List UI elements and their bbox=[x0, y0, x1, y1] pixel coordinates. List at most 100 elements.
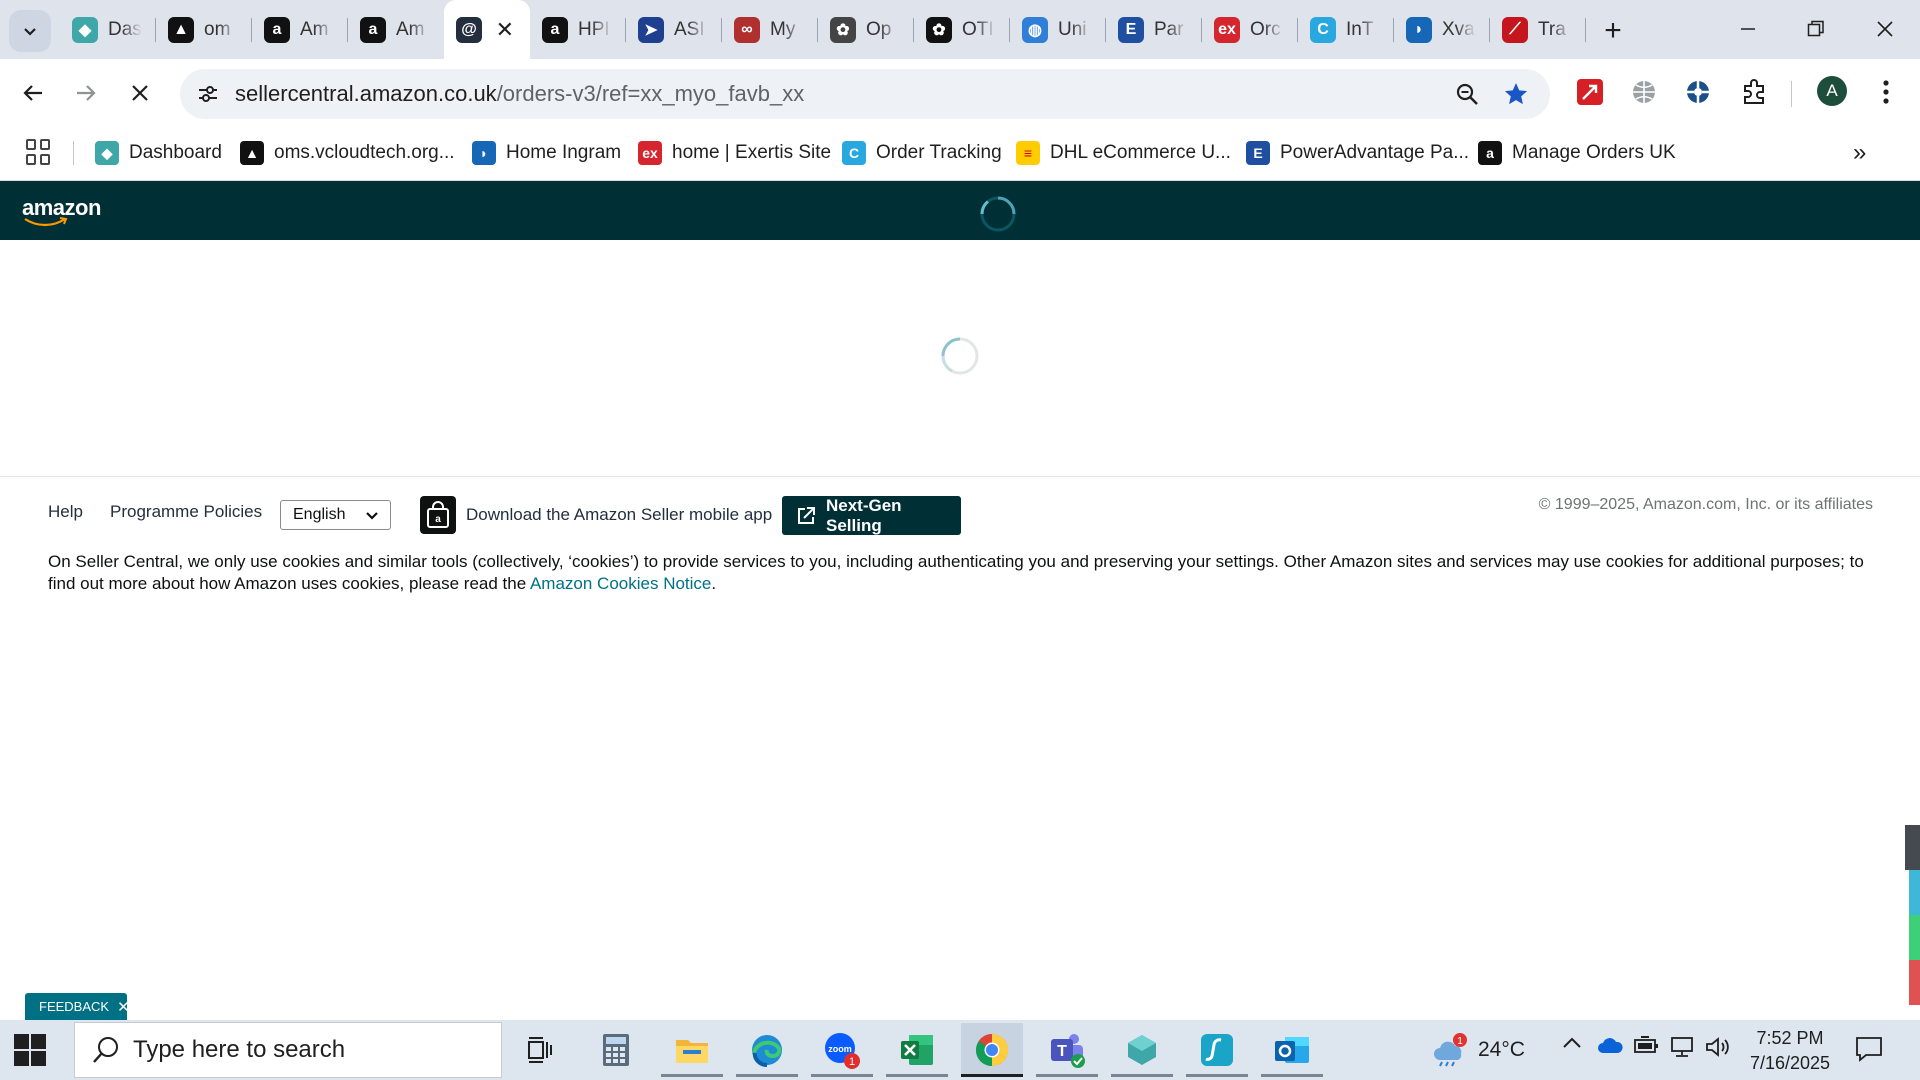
back-button[interactable] bbox=[13, 73, 53, 113]
menu-kebab-icon[interactable] bbox=[1868, 74, 1904, 110]
tab-title: InT bbox=[1346, 18, 1374, 40]
close-icon[interactable]: ✕ bbox=[117, 998, 130, 1016]
page-loading-spinner-icon bbox=[941, 337, 979, 375]
bookmark-label: PowerAdvantage Pa... bbox=[1280, 142, 1470, 163]
close-window-button[interactable] bbox=[1855, 8, 1915, 50]
browser-tab[interactable]: a HPI bbox=[530, 0, 626, 59]
browser-tab[interactable]: ✿ Op bbox=[818, 0, 914, 59]
seller-app-download-link[interactable]: a Download the Amazon Seller mobile app bbox=[420, 496, 772, 534]
globe-extension-icon[interactable] bbox=[1626, 74, 1662, 110]
bookmark-item[interactable]: a Manage Orders UK bbox=[1478, 138, 1676, 168]
side-scroll-indicator bbox=[1905, 825, 1920, 1005]
bookmark-star-icon[interactable] bbox=[1501, 79, 1531, 109]
address-bar[interactable]: sellercentral.amazon.co.uk/orders-v3/ref… bbox=[180, 69, 1550, 119]
battery-icon[interactable] bbox=[1634, 1036, 1660, 1054]
profile-avatar[interactable]: A bbox=[1817, 76, 1847, 106]
browser-tab[interactable]: ◆ Das bbox=[60, 0, 156, 59]
search-icon bbox=[93, 1037, 118, 1063]
volume-icon[interactable] bbox=[1705, 1036, 1731, 1058]
edge-browser-icon[interactable] bbox=[736, 1023, 798, 1077]
excel-app-icon[interactable] bbox=[886, 1023, 948, 1077]
bookmark-item[interactable]: ▲ oms.vcloudtech.org... bbox=[240, 138, 455, 168]
zoom-icon[interactable] bbox=[1452, 79, 1482, 109]
minimize-button[interactable] bbox=[1718, 8, 1778, 50]
task-view-icon[interactable] bbox=[509, 1023, 571, 1077]
browser-tab[interactable]: ⟋ Tra bbox=[1490, 0, 1586, 59]
forward-button[interactable] bbox=[66, 73, 106, 113]
chrome-app-icon[interactable] bbox=[961, 1023, 1023, 1077]
outlook-app-icon[interactable] bbox=[1261, 1023, 1323, 1077]
browser-tab[interactable]: ◍ Uni bbox=[1010, 0, 1106, 59]
cookie-text-end: . bbox=[711, 574, 717, 593]
connector-app-icon[interactable] bbox=[1111, 1023, 1173, 1077]
amazon-logo[interactable]: amazon bbox=[22, 195, 101, 227]
browser-tab[interactable]: ➤ ASI bbox=[626, 0, 722, 59]
url-text: sellercentral.amazon.co.uk/orders-v3/ref… bbox=[235, 81, 805, 106]
windows-taskbar: Type here to search zoom 1 T 1 24°C 7:52… bbox=[0, 1020, 1920, 1080]
network-icon[interactable] bbox=[1669, 1036, 1695, 1058]
tab-search-button[interactable] bbox=[9, 10, 51, 52]
browser-tab[interactable]: @ ✕ bbox=[444, 0, 530, 59]
bookmark-label: Manage Orders UK bbox=[1512, 142, 1676, 163]
apps-grid-icon[interactable] bbox=[26, 139, 52, 165]
dashboard-icon: ◆ bbox=[72, 16, 98, 43]
weather-widget[interactable]: 1 24°C bbox=[1432, 1030, 1542, 1070]
bookmark-item[interactable]: ◆ Dashboard bbox=[95, 138, 222, 168]
tab-title: Tra bbox=[1538, 18, 1566, 40]
restore-icon bbox=[1807, 20, 1824, 37]
taskbar-search-box[interactable]: Type here to search bbox=[74, 1022, 502, 1078]
bookmark-item[interactable]: ≡ DHL eCommerce U... bbox=[1016, 138, 1231, 168]
openai-icon: ✿ bbox=[830, 16, 856, 43]
dashboard-icon: ◆ bbox=[95, 141, 119, 165]
feedback-tab[interactable]: FEEDBACK ✕ bbox=[25, 993, 130, 1020]
bookmark-item[interactable]: ◗ Home Ingram bbox=[472, 138, 621, 168]
browser-tab[interactable]: a Am bbox=[348, 0, 444, 59]
bookmark-item[interactable]: E PowerAdvantage Pa... bbox=[1246, 138, 1469, 168]
feedback-label: FEEDBACK bbox=[39, 999, 110, 1014]
more-bookmarks-icon[interactable]: » bbox=[1853, 139, 1866, 167]
acrobat-extension-icon[interactable] bbox=[1572, 74, 1608, 110]
tab-title: ASI bbox=[674, 18, 705, 40]
site-info-icon[interactable] bbox=[194, 80, 222, 108]
language-select[interactable]: English bbox=[280, 500, 391, 530]
restore-button[interactable] bbox=[1786, 8, 1846, 50]
onedrive-icon[interactable] bbox=[1597, 1036, 1623, 1054]
browser-tab[interactable]: ▲ om bbox=[156, 0, 252, 59]
help-link[interactable]: Help bbox=[48, 502, 83, 522]
weather-badge: 1 bbox=[1457, 1036, 1463, 1047]
header-loading-spinner-icon bbox=[980, 196, 1016, 232]
zoom-notification-badge: 1 bbox=[849, 1056, 855, 1068]
programme-policies-link[interactable]: Programme Policies bbox=[110, 502, 262, 522]
browser-tab[interactable]: ◗ Xva bbox=[1394, 0, 1490, 59]
zoom-app-icon[interactable]: zoom 1 bbox=[811, 1023, 873, 1077]
browser-tab[interactable]: C InT bbox=[1298, 0, 1394, 59]
chevron-down-icon bbox=[24, 28, 36, 36]
e-letter-icon: E bbox=[1246, 141, 1270, 165]
clock-date: 7/16/2025 bbox=[1749, 1053, 1831, 1073]
sigma-app-icon[interactable] bbox=[1186, 1023, 1248, 1077]
browser-tab[interactable]: ✿ OTI bbox=[914, 0, 1010, 59]
network-extension-icon[interactable] bbox=[1680, 74, 1716, 110]
show-hidden-icons-chevron-icon[interactable] bbox=[1562, 1036, 1582, 1050]
next-gen-selling-button[interactable]: Next-Gen Selling bbox=[782, 496, 961, 535]
new-tab-button[interactable]: + bbox=[1594, 12, 1632, 50]
browser-tab[interactable]: E Par bbox=[1106, 0, 1202, 59]
stop-loading-button[interactable] bbox=[120, 73, 160, 113]
system-clock[interactable]: 7:52 PM 7/16/2025 bbox=[1740, 1026, 1840, 1076]
browser-tab[interactable]: ∞ My bbox=[722, 0, 818, 59]
amazon-icon: a bbox=[542, 16, 568, 43]
openai-icon: ✿ bbox=[926, 16, 952, 43]
app-download-label: Download the Amazon Seller mobile app bbox=[466, 505, 773, 524]
teams-app-icon[interactable]: T bbox=[1036, 1023, 1098, 1077]
calculator-app-icon[interactable] bbox=[585, 1023, 647, 1077]
file-explorer-icon[interactable] bbox=[661, 1023, 723, 1077]
notification-center-icon[interactable] bbox=[1854, 1034, 1884, 1069]
extensions-puzzle-icon[interactable] bbox=[1736, 74, 1772, 110]
bookmark-item[interactable]: C Order Tracking bbox=[842, 138, 1002, 168]
windows-start-icon[interactable] bbox=[14, 1034, 46, 1066]
browser-tab[interactable]: a Am bbox=[252, 0, 348, 59]
bookmark-item[interactable]: ex home | Exertis Site bbox=[638, 138, 831, 168]
close-tab-icon[interactable]: ✕ bbox=[496, 17, 514, 43]
browser-tab[interactable]: ex Orc bbox=[1202, 0, 1298, 59]
cookies-notice-link[interactable]: Amazon Cookies Notice bbox=[530, 574, 711, 593]
